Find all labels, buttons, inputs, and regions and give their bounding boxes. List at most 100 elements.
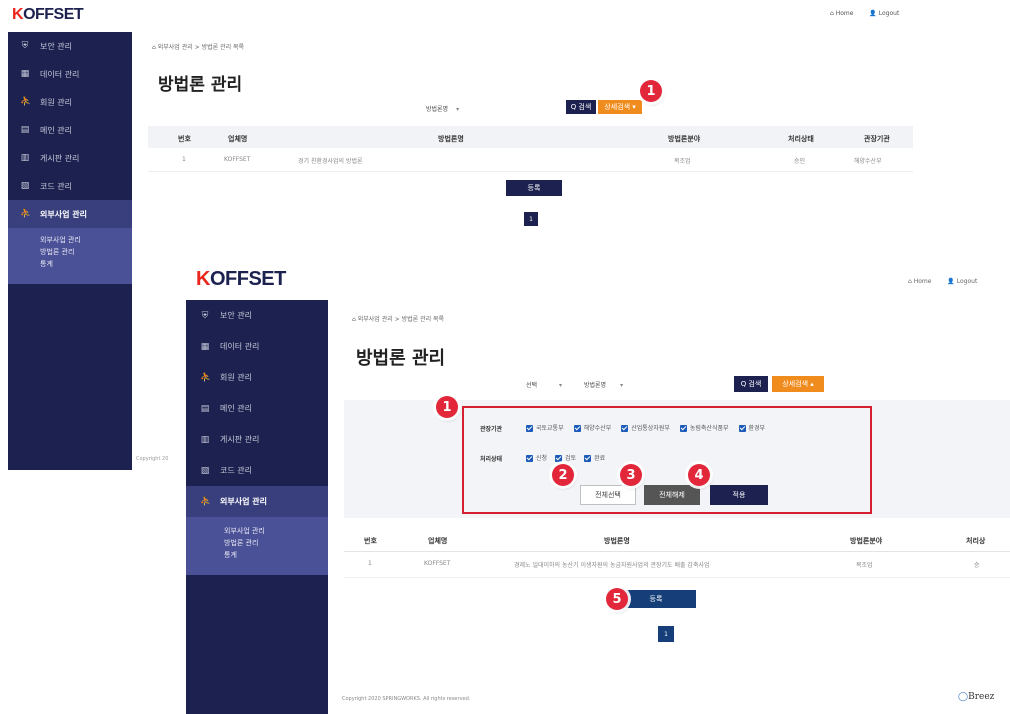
checkbox-option[interactable]: 신청 bbox=[526, 455, 547, 462]
sidebar-item-label: 보안 관리 bbox=[220, 311, 252, 320]
sidebar-item[interactable]: ▤ 메인 관리 bbox=[8, 116, 132, 144]
sidebar-item[interactable]: ▧ 코드 관리 bbox=[186, 455, 328, 486]
checkbox-checked-icon[interactable] bbox=[679, 425, 687, 432]
sidebar-item[interactable]: ▥ 게시판 관리 bbox=[186, 424, 328, 455]
database-icon: ▦ bbox=[200, 341, 210, 352]
sidebar-item-label: 메인 관리 bbox=[40, 125, 72, 135]
app-logo[interactable]: KOFFSET bbox=[12, 6, 84, 24]
sidebar-item[interactable]: ▧ 코드 관리 bbox=[8, 172, 132, 200]
sidebar-item[interactable]: ⛨ 보안 관리 bbox=[8, 32, 132, 60]
home-icon[interactable]: ⌂ bbox=[908, 278, 912, 285]
agency-label: 관장기관 bbox=[480, 426, 503, 433]
field-select[interactable]: 방법론명 ▾ bbox=[584, 380, 623, 389]
checkbox-checked-icon[interactable] bbox=[584, 455, 592, 462]
checkbox-checked-icon[interactable] bbox=[555, 455, 563, 462]
app-logo[interactable]: KOFFSET bbox=[196, 268, 286, 291]
callout-3: 3 bbox=[620, 464, 642, 486]
table-header-cell: 번호 bbox=[364, 537, 377, 545]
copyright-text: Copyright 2020 SPRINGWORKS. All rights r… bbox=[342, 696, 471, 702]
logout-link[interactable]: Logout bbox=[957, 278, 978, 285]
page-1[interactable]: 1 bbox=[524, 212, 538, 226]
table-header: 번호 업체명 방법론명 방법론분야 처리상 bbox=[344, 528, 1010, 552]
sidebar-item-label: 게시판 관리 bbox=[220, 435, 260, 444]
shield-icon: ⛨ bbox=[21, 41, 29, 51]
category-select[interactable]: 선택 ▾ bbox=[526, 380, 562, 389]
table-header-cell: 번호 bbox=[178, 135, 191, 143]
submenu-item[interactable]: 통계 bbox=[40, 258, 132, 270]
checkbox-option[interactable]: 검토 bbox=[555, 455, 576, 462]
page-1[interactable]: 1 bbox=[658, 626, 674, 642]
search-button[interactable]: Q 검색 bbox=[566, 100, 596, 114]
checkbox-option[interactable]: 농림축산식품부 bbox=[679, 425, 729, 432]
home-icon[interactable]: ⌂ bbox=[830, 10, 834, 17]
clear-all-button[interactable]: 전체해제 bbox=[644, 485, 700, 505]
sidebar-item-label: 외부사업 관리 bbox=[40, 209, 87, 219]
sidebar-item[interactable]: ⛨ 보안 관리 bbox=[186, 300, 328, 331]
table-row[interactable]: 1 KOFFSET 경제노 일대이하의 농산기 이생자원의 농금자원사업의 관장기도… bbox=[344, 552, 1010, 578]
user-icon[interactable]: 👤 bbox=[869, 10, 876, 17]
select-all-button[interactable]: 전체선택 bbox=[580, 485, 636, 505]
callout-5: 5 bbox=[606, 588, 628, 610]
table-header-cell: 방법론분야 bbox=[668, 135, 701, 143]
sidebar-item[interactable]: ▦ 데이터 관리 bbox=[8, 60, 132, 88]
search-button[interactable]: Q 검색 bbox=[734, 376, 768, 392]
code-icon: ▧ bbox=[200, 465, 210, 476]
register-button[interactable]: 등록 bbox=[506, 180, 562, 196]
table-cell: KOFFSET bbox=[224, 156, 251, 163]
table-header-cell: 처리상태 bbox=[788, 135, 814, 143]
submenu-item[interactable]: 외부사업 관리 bbox=[40, 234, 132, 246]
sidebar-item-label: 회원 관리 bbox=[220, 373, 252, 382]
code-icon: ▧ bbox=[20, 181, 30, 191]
users-icon: ⛹ bbox=[20, 97, 32, 107]
filter-select[interactable]: 방법론명 ▾ bbox=[426, 104, 459, 113]
home-link[interactable]: Home bbox=[836, 10, 854, 17]
sidebar-item[interactable]: ⛹ 외부사업 관리 bbox=[186, 486, 328, 517]
board-icon: ▥ bbox=[200, 434, 210, 445]
checkbox-option[interactable]: 산업통상자원부 bbox=[621, 425, 670, 432]
layout-icon: ▤ bbox=[20, 125, 30, 135]
table-header: 번호 업체명 방법론명 방법론분야 처리상태 관장기관 bbox=[148, 126, 913, 148]
checkbox-label: 해양수산부 bbox=[583, 425, 612, 432]
page-title: 방법론 관리 bbox=[158, 75, 243, 95]
user-icon[interactable]: 👤 bbox=[947, 278, 954, 285]
table-cell: 1 bbox=[368, 560, 372, 567]
checkbox-option[interactable]: 완료 bbox=[584, 455, 605, 462]
submenu-item[interactable]: 방법론 관리 bbox=[224, 537, 328, 549]
sidebar-item[interactable]: ▤ 메인 관리 bbox=[186, 393, 328, 424]
database-icon: ▦ bbox=[20, 69, 30, 79]
sidebar-item-label: 메인 관리 bbox=[220, 404, 252, 413]
board-icon: ▥ bbox=[20, 153, 30, 163]
sidebar-item[interactable]: ▦ 데이터 관리 bbox=[186, 331, 328, 362]
checkbox-checked-icon[interactable] bbox=[738, 425, 746, 432]
sidebar-item-label: 데이터 관리 bbox=[40, 69, 80, 79]
table: 번호 업체명 방법론명 방법론분야 처리상 1 KOFFSET 경제노 일대이하의 농산기 … bbox=[344, 528, 1010, 580]
submenu-item[interactable]: 방법론 관리 bbox=[40, 246, 132, 258]
register-button[interactable]: 등록 bbox=[616, 590, 696, 608]
checkbox-label: 신청 bbox=[536, 455, 548, 462]
checkbox-label: 환경부 bbox=[748, 425, 766, 432]
checkbox-option[interactable]: 해양수산부 bbox=[573, 425, 612, 432]
checkbox-option[interactable]: 국토교통부 bbox=[526, 425, 564, 432]
checkbox-checked-icon[interactable] bbox=[621, 425, 629, 432]
detail-search-button[interactable]: 상세검색 ▴ bbox=[772, 376, 824, 392]
checkbox-checked-icon[interactable] bbox=[526, 455, 533, 462]
callout-4: 4 bbox=[688, 464, 710, 486]
sidebar-item[interactable]: ⛹ 외부사업 관리 bbox=[8, 200, 132, 228]
table-header-cell: 방법론명 bbox=[604, 537, 630, 545]
detail-search-button[interactable]: 상세검색 ▾ bbox=[598, 100, 642, 114]
logout-link[interactable]: Logout bbox=[879, 10, 900, 17]
checkbox-checked-icon[interactable] bbox=[573, 425, 581, 432]
checkbox-checked-icon[interactable] bbox=[526, 425, 533, 432]
checkbox-option[interactable]: 환경부 bbox=[738, 425, 766, 432]
sidebar-item[interactable]: ⛹ 회원 관리 bbox=[8, 88, 132, 116]
home-link[interactable]: Home bbox=[914, 278, 932, 285]
apply-button[interactable]: 적용 bbox=[710, 485, 768, 505]
submenu-item[interactable]: 외부사업 관리 bbox=[224, 525, 328, 537]
sidebar-item[interactable]: ▥ 게시판 관리 bbox=[8, 144, 132, 172]
sidebar-item[interactable]: ⛹ 회원 관리 bbox=[186, 362, 328, 393]
submenu-item[interactable]: 통계 bbox=[224, 549, 328, 561]
table-row[interactable]: 1 KOFFSET 경기 친환경사업의 방법론 목조업 승인 해양수산부 bbox=[148, 148, 913, 172]
sidebar: ⛨ 보안 관리 ▦ 데이터 관리 ⛹ 회원 관리 ▤ 메인 관리 ▥ 게시판 관리 ▧ 코드 관리 ⛹ 외… bbox=[186, 300, 328, 714]
users-icon: ⛹ bbox=[200, 496, 212, 507]
sidebar-item-label: 보안 관리 bbox=[40, 41, 72, 51]
